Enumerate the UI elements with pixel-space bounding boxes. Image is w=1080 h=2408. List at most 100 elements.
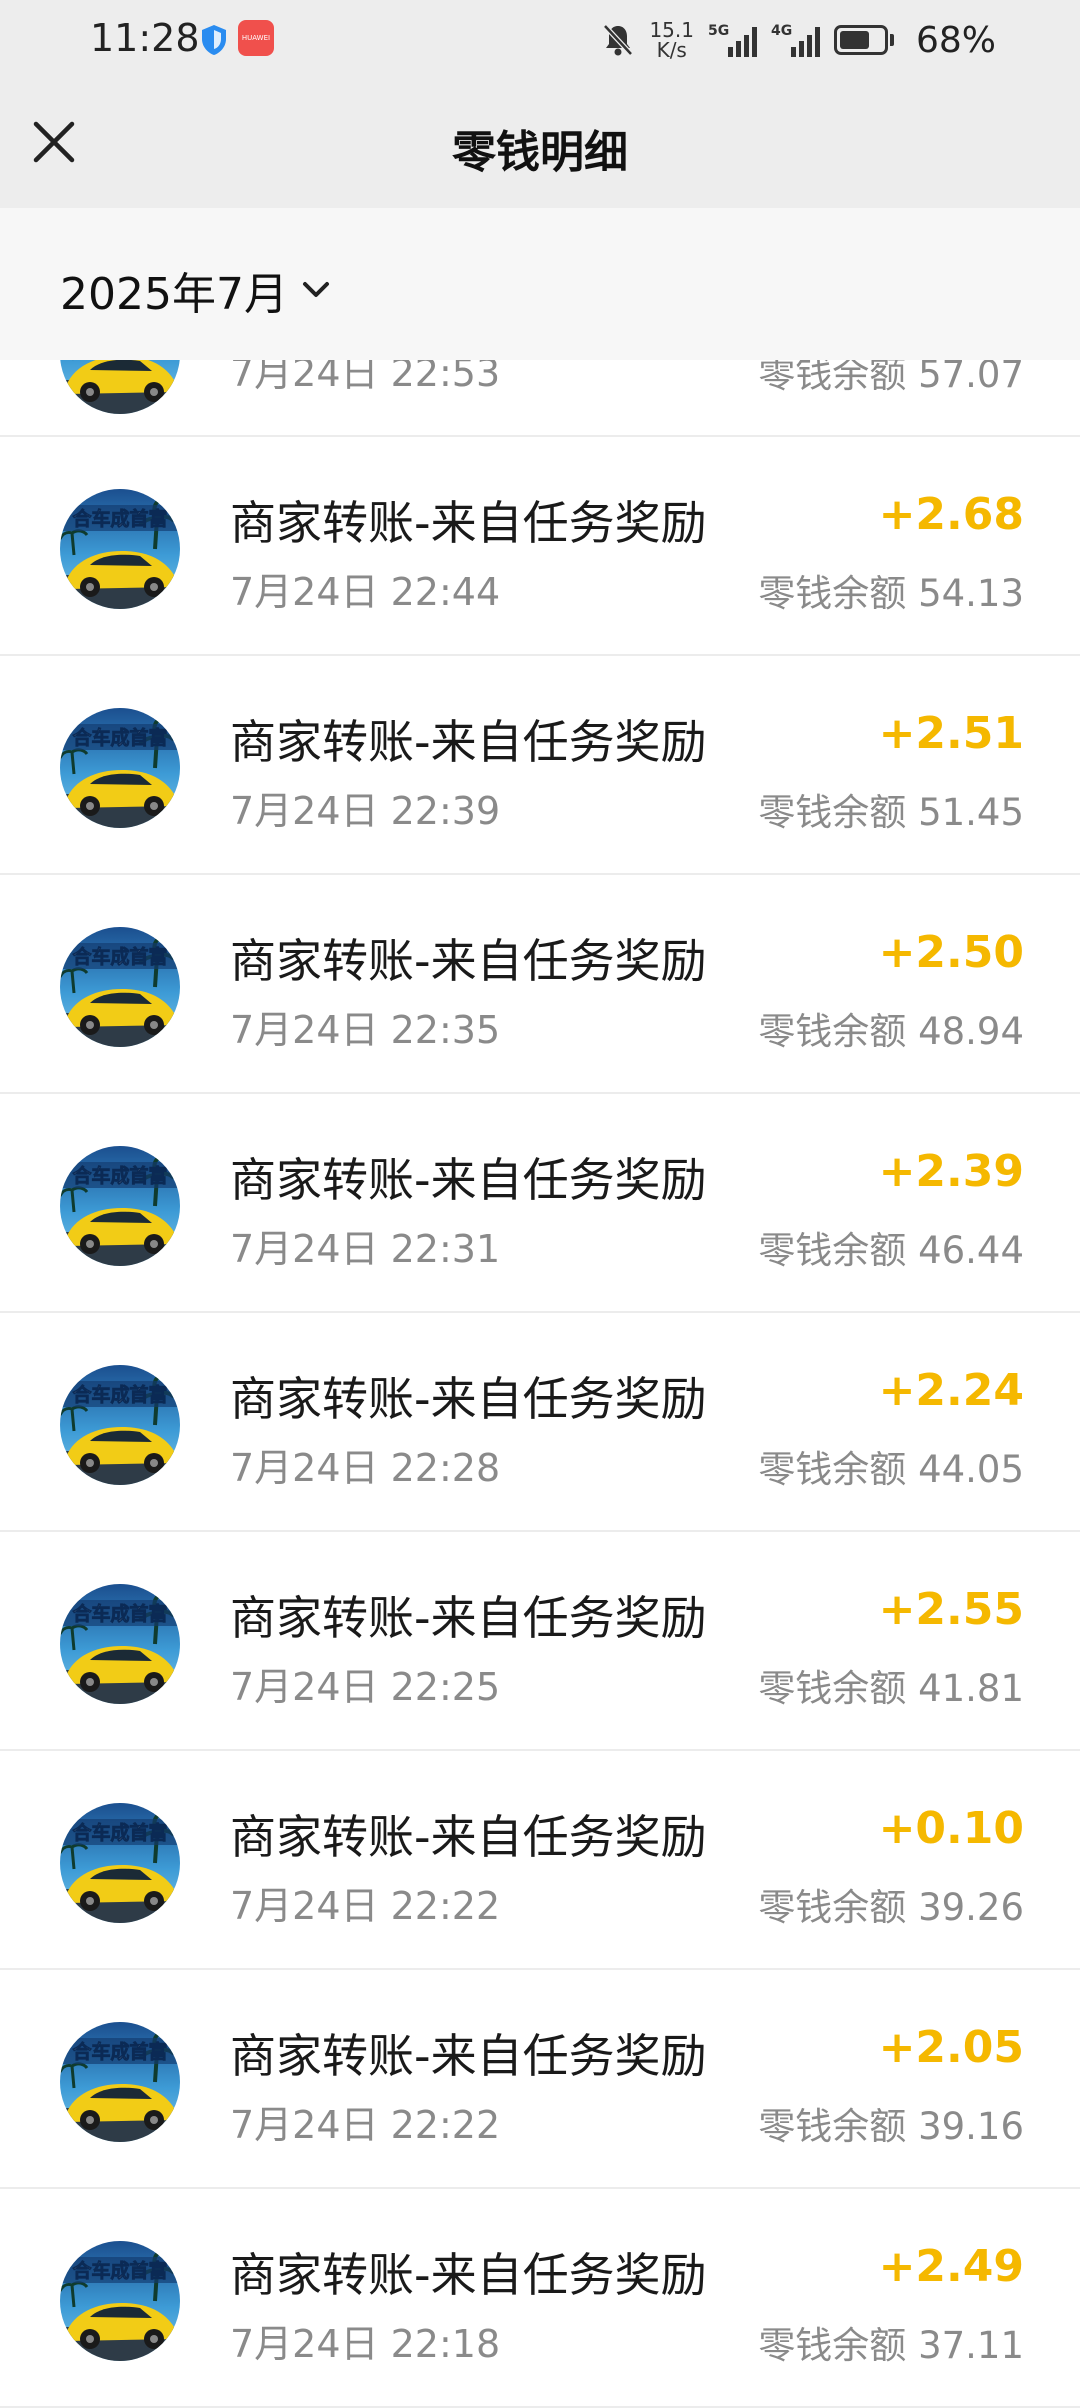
balance-after: 零钱余额 46.44 xyxy=(758,1229,1024,1272)
car-game-logo-icon: 合车成首富 xyxy=(60,489,180,609)
avatar-logo-text: 合车成首富 xyxy=(72,507,167,530)
security-shield-icon xyxy=(202,25,226,55)
merchant-avatar: 合车成首富 xyxy=(60,489,180,609)
car-game-logo-icon: 合车成首富 xyxy=(60,2241,180,2361)
list-item[interactable]: 合车成首富 商家转账-来自任务奖励 7月24日 22:18 +2.49 零钱余额… xyxy=(0,2189,1080,2408)
transaction-amount: +2.50 xyxy=(878,927,1024,978)
transaction-amount: +2.05 xyxy=(878,2022,1024,2073)
month-selector[interactable]: 2025年7月 xyxy=(60,258,330,322)
battery-percent: 68% xyxy=(915,19,996,61)
page-title: 零钱明细 xyxy=(452,127,628,178)
signal-4g-icon: 4G xyxy=(771,23,820,57)
transaction-amount: +0.10 xyxy=(878,1803,1024,1854)
transaction-amount: +2.24 xyxy=(878,1365,1024,1416)
list-item[interactable]: 合车成首富 7月24日 22:53 零钱余额 57.07 xyxy=(0,360,1080,437)
avatar-logo-text: 合车成首富 xyxy=(72,945,167,968)
balance-after: 零钱余额 44.05 xyxy=(758,1448,1024,1491)
car-game-logo-icon: 合车成首富 xyxy=(60,708,180,828)
merchant-avatar: 合车成首富 xyxy=(60,1803,180,1923)
transaction-title: 商家转账-来自任务奖励 xyxy=(230,1591,707,1645)
transaction-title: 商家转账-来自任务奖励 xyxy=(230,715,707,769)
transaction-title: 商家转账-来自任务奖励 xyxy=(230,496,707,550)
status-bar: 11:28 HUAWEI 15.1 K/s 5G 4G 68% xyxy=(0,0,1080,80)
bell-off-icon xyxy=(603,24,634,56)
transaction-amount: +2.51 xyxy=(878,708,1024,759)
avatar-logo-text: 合车成首富 xyxy=(72,1164,167,1187)
list-item[interactable]: 合车成首富 商家转账-来自任务奖励 7月24日 22:25 +2.55 零钱余额… xyxy=(0,1532,1080,1751)
list-item[interactable]: 合车成首富 商家转账-来自任务奖励 7月24日 22:31 +2.39 零钱余额… xyxy=(0,1094,1080,1313)
transaction-amount: +2.68 xyxy=(878,489,1024,540)
signal-5g-icon: 5G xyxy=(708,23,757,57)
transaction-time: 7月24日 22:18 xyxy=(230,2322,501,2366)
avatar-logo-text: 合车成首富 xyxy=(72,1821,167,1844)
car-game-logo-icon: 合车成首富 xyxy=(60,927,180,1047)
list-item[interactable]: 合车成首富 商家转账-来自任务奖励 7月24日 22:44 +2.68 零钱余额… xyxy=(0,437,1080,656)
car-game-logo-icon: 合车成首富 xyxy=(60,1584,180,1704)
car-game-logo-icon: 合车成首富 xyxy=(60,1803,180,1923)
chevron-down-icon xyxy=(302,282,329,297)
transaction-time: 7月24日 22:22 xyxy=(230,2103,501,2147)
merchant-avatar: 合车成首富 xyxy=(60,2022,180,2142)
transaction-amount: +2.49 xyxy=(878,2241,1024,2292)
transaction-time: 7月24日 22:28 xyxy=(230,1446,501,1490)
balance-after: 零钱余额 57.07 xyxy=(758,360,1024,396)
balance-after: 零钱余额 39.26 xyxy=(758,1886,1024,1929)
merchant-avatar: 合车成首富 xyxy=(60,1584,180,1704)
avatar-logo-text: 合车成首富 xyxy=(72,2040,167,2063)
app-notification-icon: HUAWEI xyxy=(238,20,274,56)
merchant-avatar: 合车成首富 xyxy=(60,1146,180,1266)
transaction-title: 商家转账-来自任务奖励 xyxy=(230,934,707,988)
transaction-title: 商家转账-来自任务奖励 xyxy=(230,1810,707,1864)
battery-icon xyxy=(833,25,894,55)
transaction-time: 7月24日 22:39 xyxy=(230,789,501,833)
list-item[interactable]: 合车成首富 商家转账-来自任务奖励 7月24日 22:22 +0.10 零钱余额… xyxy=(0,1751,1080,1970)
list-item[interactable]: 合车成首富 商家转账-来自任务奖励 7月24日 22:35 +2.50 零钱余额… xyxy=(0,875,1080,1094)
transaction-amount: +2.39 xyxy=(878,1146,1024,1197)
transaction-title: 商家转账-来自任务奖励 xyxy=(230,2248,707,2302)
transaction-title: 商家转账-来自任务奖励 xyxy=(230,2029,707,2083)
merchant-avatar: 合车成首富 xyxy=(60,708,180,828)
signal-5g-label: 5G xyxy=(707,23,730,39)
merchant-avatar: 合车成首富 xyxy=(60,927,180,1047)
list-item[interactable]: 合车成首富 商家转账-来自任务奖励 7月24日 22:28 +2.24 零钱余额… xyxy=(0,1313,1080,1532)
transaction-time: 7月24日 22:53 xyxy=(230,360,501,395)
car-game-logo-icon: 合车成首富 xyxy=(60,1146,180,1266)
transaction-list: 合车成首富 7月24日 22:53 零钱余额 57.07 合车成首富 商家转账-… xyxy=(0,360,1080,2408)
transaction-time: 7月24日 22:22 xyxy=(230,1884,501,1928)
transaction-time: 7月24日 22:25 xyxy=(230,1665,501,1709)
balance-after: 零钱余额 37.11 xyxy=(758,2324,1024,2367)
month-filter-bar: 2025年7月 xyxy=(0,208,1080,360)
status-time: 11:28 xyxy=(90,16,200,60)
transaction-time: 7月24日 22:44 xyxy=(230,570,501,614)
list-item[interactable]: 合车成首富 商家转账-来自任务奖励 7月24日 22:39 +2.51 零钱余额… xyxy=(0,656,1080,875)
car-game-logo-icon: 合车成首富 xyxy=(60,2022,180,2142)
balance-after: 零钱余额 39.16 xyxy=(758,2105,1024,2148)
avatar-logo-text: 合车成首富 xyxy=(72,1383,167,1406)
transaction-time: 7月24日 22:31 xyxy=(230,1227,501,1271)
balance-after: 零钱余额 51.45 xyxy=(758,791,1024,834)
avatar-logo-text: 合车成首富 xyxy=(72,726,167,749)
car-game-logo-icon: 合车成首富 xyxy=(60,1365,180,1485)
net-speed-unit: K/s xyxy=(656,38,687,62)
merchant-avatar: 合车成首富 xyxy=(60,2241,180,2361)
transaction-time: 7月24日 22:35 xyxy=(230,1008,501,1052)
merchant-avatar: 合车成首富 xyxy=(60,1365,180,1485)
signal-4g-label: 4G xyxy=(770,23,793,39)
transaction-title: 商家转账-来自任务奖励 xyxy=(230,1372,707,1426)
avatar-logo-text: 合车成首富 xyxy=(72,2259,167,2282)
month-label: 2025年7月 xyxy=(60,269,288,320)
avatar-logo-text: 合车成首富 xyxy=(72,1602,167,1625)
network-speed: 15.1 K/s xyxy=(649,20,694,60)
app-badge-text: HUAWEI xyxy=(241,34,271,42)
car-game-logo-icon: 合车成首富 xyxy=(60,360,180,414)
merchant-avatar: 合车成首富 xyxy=(60,360,180,414)
status-indicators: 15.1 K/s 5G 4G 68% xyxy=(601,12,996,68)
balance-after: 零钱余额 41.81 xyxy=(758,1667,1024,1710)
net-speed-value: 15.1 xyxy=(649,18,694,42)
transaction-title: 商家转账-来自任务奖励 xyxy=(230,1153,707,1207)
nav-bar: 零钱明细 xyxy=(0,80,1080,208)
balance-after: 零钱余额 54.13 xyxy=(758,572,1024,615)
list-item[interactable]: 合车成首富 商家转账-来自任务奖励 7月24日 22:22 +2.05 零钱余额… xyxy=(0,1970,1080,2189)
balance-after: 零钱余额 48.94 xyxy=(758,1010,1024,1053)
transaction-amount: +2.55 xyxy=(878,1584,1024,1635)
